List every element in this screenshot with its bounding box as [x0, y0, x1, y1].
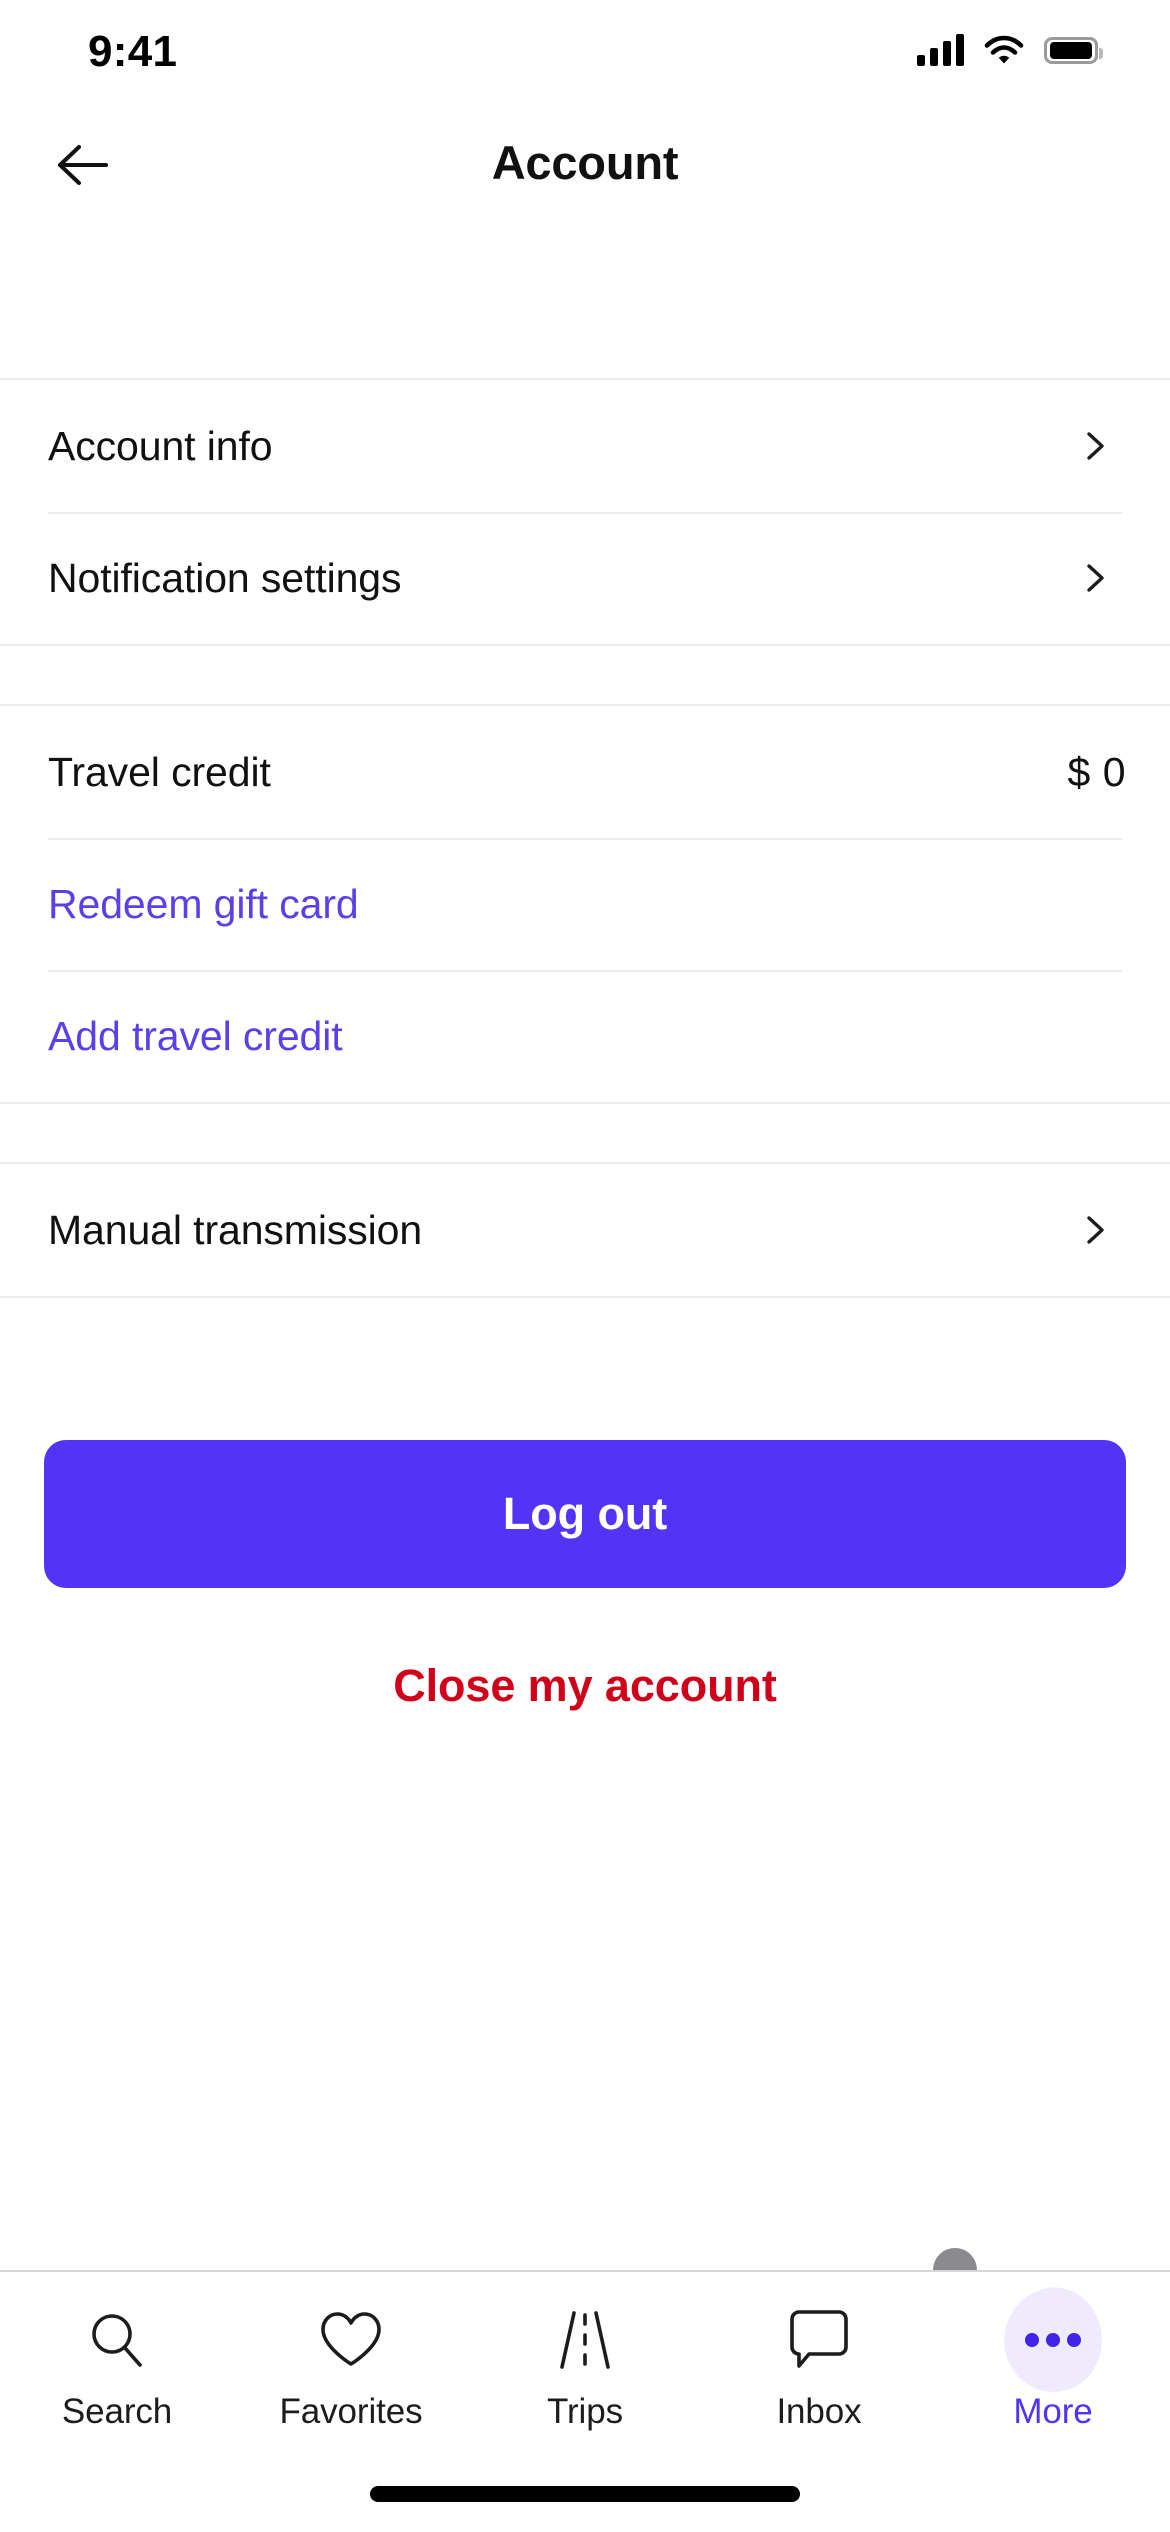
- chevron-right-icon: [1087, 432, 1104, 460]
- settings-list: Account info Notification settings Trave…: [0, 378, 1170, 1298]
- row-manual-transmission[interactable]: Manual transmission: [0, 1164, 1170, 1296]
- settings-section-preferences: Manual transmission: [0, 1162, 1170, 1298]
- road-icon: [560, 2311, 610, 2369]
- account-actions: Log out Close my account: [0, 1440, 1170, 1712]
- tab-label: Inbox: [776, 2392, 862, 2431]
- row-add-travel-credit[interactable]: Add travel credit: [0, 970, 1170, 1102]
- ellipsis-icon: [1025, 2333, 1081, 2347]
- status-icons: [917, 34, 1103, 66]
- wifi-icon: [984, 35, 1024, 64]
- tab-label: Trips: [547, 2392, 623, 2431]
- phone-screen: 9:41 Account Account info Notification s…: [0, 0, 1170, 2532]
- battery-full-icon: [1044, 36, 1103, 64]
- chevron-right-icon: [1087, 1216, 1104, 1244]
- row-label: Add travel credit: [48, 1012, 343, 1059]
- home-indicator: [370, 2486, 800, 2502]
- status-bar: 9:41: [0, 0, 1170, 100]
- tab-favorites[interactable]: Favorites: [234, 2294, 468, 2462]
- log-out-button[interactable]: Log out: [44, 1440, 1126, 1588]
- page-title: Account: [491, 135, 679, 189]
- chevron-right-icon: [1087, 564, 1104, 592]
- section-gap: [0, 1104, 1170, 1162]
- heart-icon: [321, 2312, 381, 2366]
- row-notification-settings[interactable]: Notification settings: [0, 512, 1170, 644]
- tab-label: Search: [61, 2392, 173, 2431]
- tab-inbox[interactable]: Inbox: [702, 2294, 936, 2462]
- row-label: Travel credit: [48, 748, 271, 795]
- cellular-signal-icon: [917, 34, 964, 66]
- section-gap: [0, 646, 1170, 704]
- tab-label: Favorites: [279, 2392, 423, 2431]
- row-account-info[interactable]: Account info: [0, 380, 1170, 512]
- row-label: Notification settings: [48, 554, 402, 601]
- chat-bubble-icon: [790, 2310, 848, 2368]
- row-label: Redeem gift card: [48, 880, 359, 927]
- tab-search[interactable]: Search: [0, 2294, 234, 2462]
- row-label: Manual transmission: [48, 1206, 423, 1253]
- row-travel-credit: Travel credit $ 0: [0, 706, 1170, 838]
- tab-more[interactable]: More: [936, 2278, 1170, 2462]
- settings-section-credit: Travel credit $ 0 Redeem gift card Add t…: [0, 704, 1170, 1104]
- row-redeem-gift-card[interactable]: Redeem gift card: [0, 838, 1170, 970]
- close-my-account-button[interactable]: Close my account: [0, 1660, 1170, 1712]
- tab-label: More: [1013, 2392, 1093, 2431]
- status-time: 9:41: [88, 27, 178, 76]
- nav-bar: Account: [0, 100, 1170, 230]
- row-label: Account info: [48, 422, 273, 469]
- bottom-tab-bar: Search Favorites Trips Inbox More: [0, 2270, 1170, 2532]
- settings-section-account: Account info Notification settings: [0, 378, 1170, 646]
- search-icon: [92, 2314, 142, 2367]
- tab-trips[interactable]: Trips: [468, 2294, 702, 2462]
- travel-credit-value: $ 0: [1067, 748, 1126, 795]
